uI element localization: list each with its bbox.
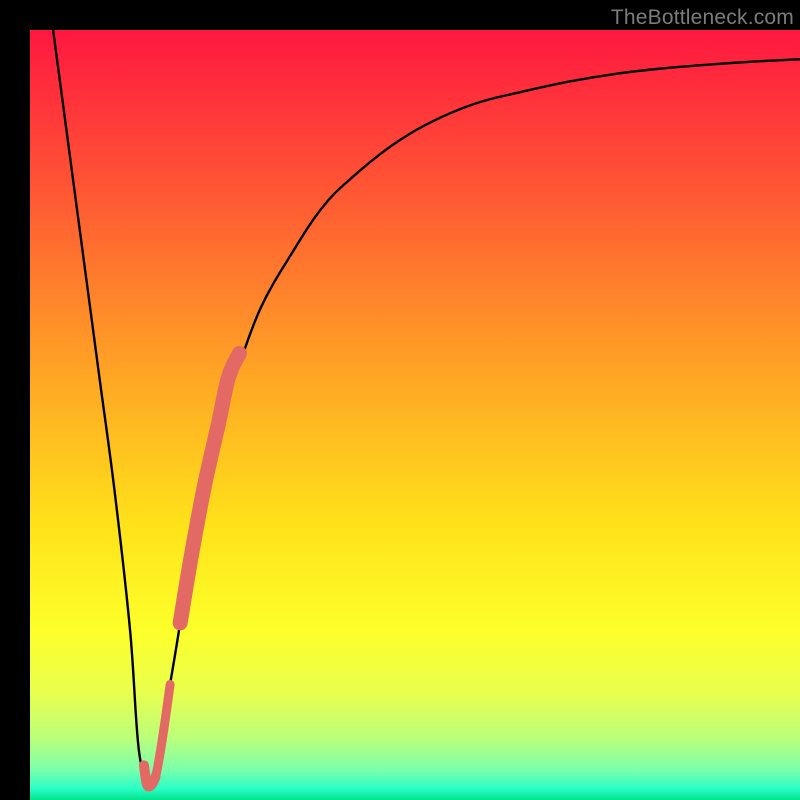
highlight-segment-thick <box>180 353 239 623</box>
plot-area <box>30 30 800 800</box>
attribution-label: TheBottleneck.com <box>611 6 794 30</box>
bottleneck-curve <box>53 30 800 782</box>
curve-layer <box>30 30 800 800</box>
highlight-segment-thin <box>149 685 170 785</box>
chart-frame: TheBottleneck.com <box>0 0 800 800</box>
